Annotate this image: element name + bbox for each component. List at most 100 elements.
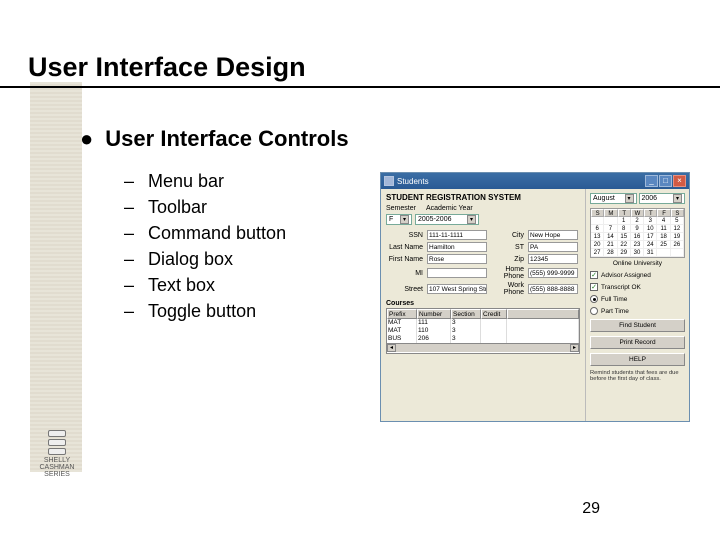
st-label: ST bbox=[490, 244, 525, 251]
calendar-cell[interactable]: 23 bbox=[631, 241, 644, 249]
mi-label: MI bbox=[386, 270, 424, 277]
col-header: Prefix bbox=[387, 309, 417, 319]
decorative-stripe bbox=[30, 82, 82, 472]
maximize-button[interactable]: □ bbox=[659, 175, 672, 187]
calendar-cell[interactable] bbox=[657, 249, 670, 257]
calendar-cell[interactable]: 19 bbox=[671, 233, 684, 241]
firstname-input[interactable]: Rose bbox=[427, 254, 487, 264]
calendar-cell[interactable]: 31 bbox=[644, 249, 657, 257]
calendar-cell[interactable]: 30 bbox=[631, 249, 644, 257]
radio-icon bbox=[590, 307, 598, 315]
calendar-cell[interactable]: 6 bbox=[591, 225, 604, 233]
calendar-cell[interactable]: 28 bbox=[604, 249, 617, 257]
calendar-cell[interactable]: 2 bbox=[631, 217, 644, 225]
series-logo: SHELLY CASHMAN SERIES bbox=[36, 430, 78, 490]
scroll-right-icon[interactable]: ▸ bbox=[570, 344, 579, 352]
transcript-checkbox[interactable]: ✓Transcript OK bbox=[590, 283, 685, 291]
year-label: Academic Year bbox=[426, 205, 473, 212]
calendar-cell[interactable]: 29 bbox=[618, 249, 631, 257]
system-header: STUDENT REGISTRATION SYSTEM bbox=[386, 193, 580, 202]
calendar-cell[interactable]: 9 bbox=[631, 225, 644, 233]
reminder-note: Remind students that fees are due before… bbox=[590, 370, 685, 383]
day-header: S bbox=[591, 209, 604, 217]
calendar-cell[interactable]: 24 bbox=[644, 241, 657, 249]
scroll-left-icon[interactable]: ◂ bbox=[387, 344, 396, 352]
table-row[interactable]: BUS2063 bbox=[387, 335, 579, 343]
calendar-cell[interactable]: 12 bbox=[671, 225, 684, 233]
calendar-cell[interactable]: 14 bbox=[604, 233, 617, 241]
sub-item: Toggle button bbox=[124, 298, 286, 324]
courses-label: Courses bbox=[386, 300, 580, 307]
day-header: M bbox=[604, 209, 617, 217]
city-input[interactable]: New Hope bbox=[528, 230, 578, 240]
zip-label: Zip bbox=[490, 256, 525, 263]
calendar-cell[interactable] bbox=[671, 249, 684, 257]
day-header: S bbox=[671, 209, 684, 217]
mi-input[interactable] bbox=[427, 268, 487, 278]
calendar-cell[interactable]: 18 bbox=[657, 233, 670, 241]
table-row[interactable]: MAT1103 bbox=[387, 327, 579, 335]
workphone-label: Work Phone bbox=[490, 282, 525, 296]
sub-item: Menu bar bbox=[124, 168, 286, 194]
calendar-cell[interactable]: 17 bbox=[644, 233, 657, 241]
radio-icon bbox=[590, 295, 598, 303]
sub-bullet-list: Menu bar Toolbar Command button Dialog b… bbox=[124, 168, 286, 325]
calendar-cell[interactable]: 22 bbox=[618, 241, 631, 249]
year-dropdown[interactable]: 2005-2006▾ bbox=[415, 214, 479, 225]
calendar-cell[interactable]: 5 bbox=[671, 217, 684, 225]
minimize-button[interactable]: _ bbox=[645, 175, 658, 187]
city-label: City bbox=[490, 232, 525, 239]
calendar-cell[interactable]: 7 bbox=[604, 225, 617, 233]
day-header: W bbox=[631, 209, 644, 217]
calendar-cell[interactable]: 16 bbox=[631, 233, 644, 241]
calendar-cell[interactable] bbox=[604, 217, 617, 225]
find-student-button[interactable]: Find Student bbox=[590, 319, 685, 332]
help-button[interactable]: HELP bbox=[590, 353, 685, 366]
cal-year-dropdown[interactable]: 2006▾ bbox=[639, 193, 686, 204]
semester-dropdown[interactable]: F▾ bbox=[386, 214, 412, 225]
calendar-cell[interactable] bbox=[591, 217, 604, 225]
left-pane: STUDENT REGISTRATION SYSTEM Semester Aca… bbox=[381, 189, 585, 421]
checkbox-icon: ✓ bbox=[590, 283, 598, 291]
calendar-cell[interactable]: 1 bbox=[618, 217, 631, 225]
chevron-down-icon: ▾ bbox=[625, 194, 634, 203]
ssn-input[interactable]: 111-11-1111 bbox=[427, 230, 487, 240]
sub-item: Toolbar bbox=[124, 194, 286, 220]
lastname-label: Last Name bbox=[386, 244, 424, 251]
col-header bbox=[507, 309, 579, 319]
day-header: F bbox=[657, 209, 670, 217]
table-row[interactable]: MAT1113 bbox=[387, 319, 579, 327]
advisor-checkbox[interactable]: ✓Advisor Assigned bbox=[590, 271, 685, 279]
sub-item: Command button bbox=[124, 220, 286, 246]
ssn-label: SSN bbox=[386, 232, 424, 239]
lastname-input[interactable]: Hamilton bbox=[427, 242, 487, 252]
st-input[interactable]: PA bbox=[528, 242, 578, 252]
checkbox-icon: ✓ bbox=[590, 271, 598, 279]
month-dropdown[interactable]: August▾ bbox=[590, 193, 637, 204]
calendar-cell[interactable]: 11 bbox=[657, 225, 670, 233]
calendar-cell[interactable]: 27 bbox=[591, 249, 604, 257]
calendar-cell[interactable]: 4 bbox=[657, 217, 670, 225]
calendar-cell[interactable]: 20 bbox=[591, 241, 604, 249]
street-input[interactable]: 107 West Spring Street bbox=[427, 284, 487, 294]
fulltime-radio[interactable]: Full Time bbox=[590, 295, 685, 303]
close-button[interactable]: × bbox=[673, 175, 686, 187]
day-header: T bbox=[644, 209, 657, 217]
horizontal-scrollbar[interactable]: ◂ ▸ bbox=[387, 343, 579, 352]
calendar-cell[interactable]: 15 bbox=[618, 233, 631, 241]
workphone-input[interactable]: (555) 888-8888 bbox=[528, 284, 578, 294]
calendar[interactable]: SMTWTFS 12345678910111213141516171819202… bbox=[590, 208, 685, 258]
calendar-cell[interactable]: 3 bbox=[644, 217, 657, 225]
homephone-input[interactable]: (555) 999-9999 bbox=[528, 268, 578, 278]
calendar-cell[interactable]: 13 bbox=[591, 233, 604, 241]
calendar-cell[interactable]: 10 bbox=[644, 225, 657, 233]
parttime-radio[interactable]: Part Time bbox=[590, 307, 685, 315]
calendar-cell[interactable]: 25 bbox=[657, 241, 670, 249]
app-window: Students _ □ × STUDENT REGISTRATION SYST… bbox=[380, 172, 690, 422]
student-form: SSN 111-11-1111 City New Hope Last Name … bbox=[386, 230, 580, 296]
calendar-cell[interactable]: 21 bbox=[604, 241, 617, 249]
calendar-cell[interactable]: 8 bbox=[618, 225, 631, 233]
calendar-cell[interactable]: 26 bbox=[671, 241, 684, 249]
print-record-button[interactable]: Print Record bbox=[590, 336, 685, 349]
zip-input[interactable]: 12345 bbox=[528, 254, 578, 264]
